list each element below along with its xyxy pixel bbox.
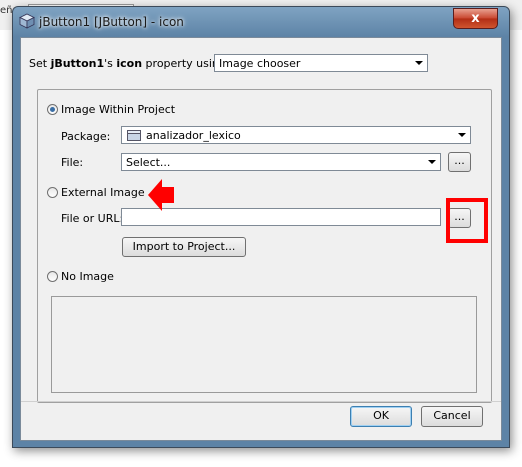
chevron-down-icon xyxy=(415,61,423,65)
package-value: analizador_lexico xyxy=(146,129,241,142)
image-within-project-radio[interactable] xyxy=(47,104,58,115)
cancel-button[interactable]: Cancel xyxy=(421,406,483,427)
instruction-prefix: Set xyxy=(29,57,51,70)
cube-icon xyxy=(19,13,35,29)
package-icon xyxy=(127,130,141,141)
annotation-arrow-icon xyxy=(148,179,174,211)
dialog-content: Set jButton1's icon property using: Imag… xyxy=(20,37,502,441)
file-or-url-label: File or URL: xyxy=(61,212,124,225)
file-browse-button[interactable]: ... xyxy=(448,152,471,172)
no-image-radio[interactable] xyxy=(47,271,58,282)
ok-button[interactable]: OK xyxy=(350,406,412,427)
package-label: Package: xyxy=(61,130,111,143)
image-within-project-label[interactable]: Image Within Project xyxy=(61,103,175,116)
no-image-label[interactable]: No Image xyxy=(61,270,114,283)
property-instruction: Set jButton1's icon property using: xyxy=(29,57,230,70)
file-value: Select... xyxy=(126,156,171,169)
icon-dialog-window: jButton1 [JButton] - icon x Set jButton1… xyxy=(12,6,510,448)
property-editor-value: Image chooser xyxy=(219,57,301,70)
file-label: File: xyxy=(61,156,84,169)
instruction-middle: 's xyxy=(104,57,117,70)
window-title: jButton1 [JButton] - icon xyxy=(39,15,184,29)
radio-selected-dot xyxy=(50,107,55,112)
import-to-project-button[interactable]: Import to Project... xyxy=(122,237,246,257)
component-name: jButton1 xyxy=(50,57,105,70)
image-preview-area xyxy=(51,296,477,393)
title-bar[interactable]: jButton1 [JButton] - icon x xyxy=(13,7,509,37)
close-button[interactable]: x xyxy=(453,8,498,29)
chevron-down-icon xyxy=(428,160,436,164)
file-combo[interactable]: Select... xyxy=(121,153,441,171)
chevron-down-icon xyxy=(458,133,466,137)
property-name: icon xyxy=(116,57,143,70)
package-combo[interactable]: analizador_lexico xyxy=(121,126,471,144)
footer-divider xyxy=(21,401,501,402)
external-image-label[interactable]: External Image xyxy=(61,186,145,199)
property-editor-combo[interactable]: Image chooser xyxy=(214,54,428,72)
annotation-highlight-box xyxy=(446,198,488,243)
external-image-radio[interactable] xyxy=(47,187,58,198)
